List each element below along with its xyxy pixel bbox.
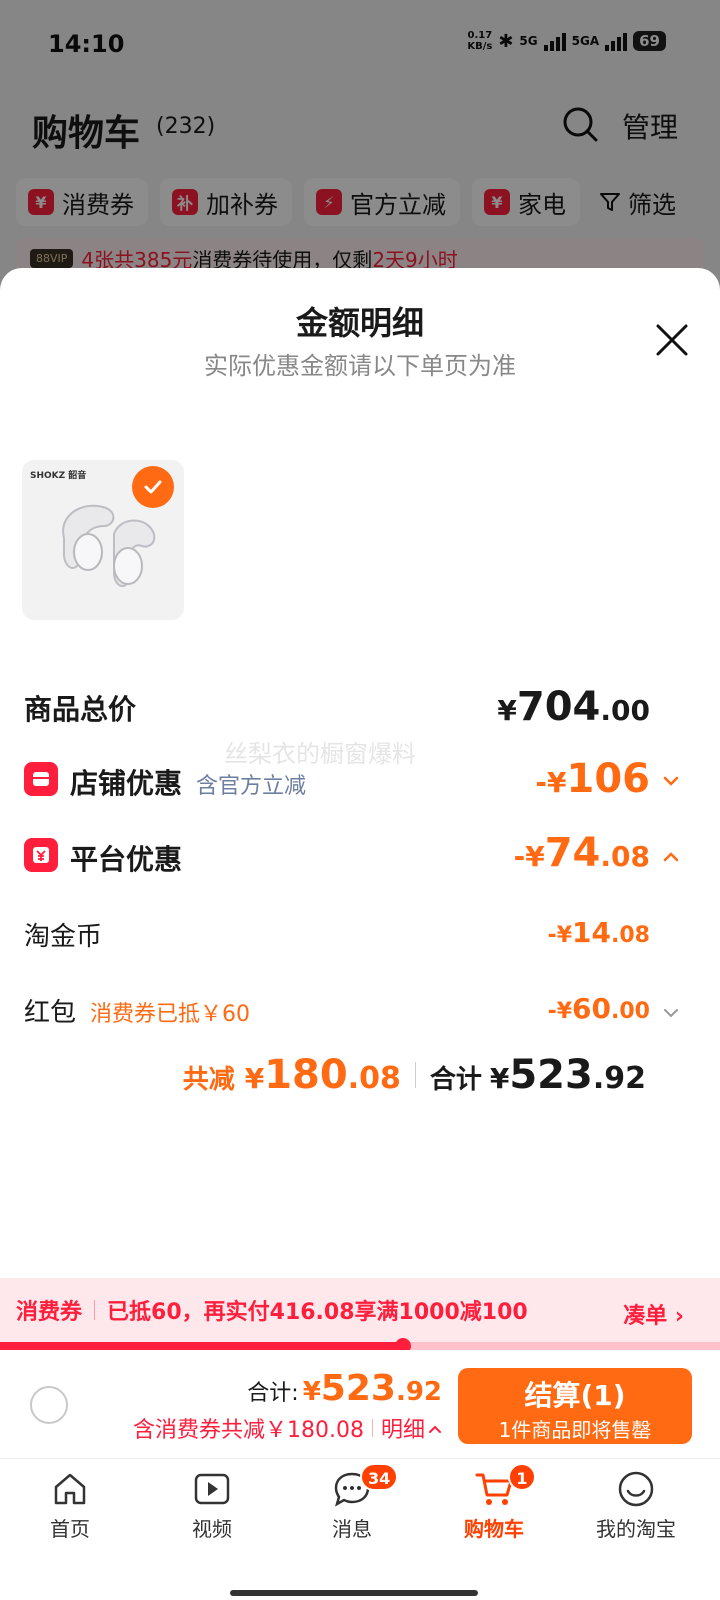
coupon-progress-bar: 消费券 已抵60，再实付416.08享满1000减100 凑单 › [0,1278,720,1342]
row-label: 商品总价 [24,693,137,726]
tab-home[interactable]: 首页 [0,1459,140,1555]
bottom-tab-bar: 首页 视频 34 消息 1 购物车 我的淘宝 [0,1458,720,1600]
tab-cart[interactable]: 1 购物车 [424,1459,564,1555]
profile-icon [618,1471,654,1507]
coupon-tag: 消费券 [16,1300,83,1325]
coupon-message: 已抵60，再实付416.08享满1000减100 [107,1300,528,1325]
row-label: 淘金币 [24,922,103,952]
row-sublabel: 含官方立减 [196,774,307,799]
amount-detail-sheet: 金额明细 实际优惠金额请以下单页为准 SHOKZ 韶音 丝梨衣的橱窗爆料 商品总… [0,268,720,1448]
progress-fill [0,1342,404,1350]
detail-toggle[interactable]: 明细 [381,1412,442,1444]
chevron-up-icon[interactable] [662,848,680,866]
checkout-discount-detail: 含消费券共减￥180.08 明细 [133,1412,442,1444]
chevron-up-icon [429,1425,441,1433]
checkout-total: 合计: ¥523.92 [247,1368,442,1409]
row-platform-discount[interactable]: 平台优惠 -¥74.08 [0,824,720,884]
sheet-summary: 共减 ¥180.08 合计 ¥523.92 [183,1052,646,1098]
checkout-bar: 合计: ¥523.92 含消费券共减￥180.08 明细 结算(1) 1件商品即将… [0,1350,720,1458]
message-badge: 34 [360,1463,399,1491]
row-shop-discount[interactable]: 店铺优惠 含官方立减 -¥106 [0,750,720,810]
coins-amount: -¥14.08 [547,916,650,949]
platform-discount-amount: -¥74.08 [513,830,650,876]
shop-icon [24,762,58,796]
sheet-title: 金额明细 [295,304,424,342]
add-items-link[interactable]: 凑单 › [623,1298,684,1330]
divider [371,1419,373,1437]
row-label: 店铺优惠 含官方立减 [70,767,307,800]
red-packet-amount: -¥60.00 [547,992,650,1025]
video-icon [194,1473,230,1505]
item-total-amount: ¥704.00 [497,684,650,730]
row-label: 红包 消费券已抵￥60 [24,998,251,1028]
divider [94,1300,96,1320]
divider [414,1062,416,1088]
home-indicator [230,1590,478,1596]
grand-total: 合计 ¥523.92 [429,1052,646,1098]
tab-my-taobao[interactable]: 我的淘宝 [566,1459,706,1555]
total-reduction: 共减 ¥180.08 [182,1052,401,1098]
home-icon [54,1473,86,1505]
row-label: 平台优惠 [70,843,183,876]
platform-coupon-icon [24,838,58,872]
selected-check-icon[interactable] [132,466,174,508]
product-brand-logo: SHOKZ 韶音 [30,471,87,481]
background-cart-page: 14:10 0.17 KB/s ✱ 5G 5GA 69 购物车 (232) 管理… [0,0,720,300]
row-sublabel: 消费券已抵￥60 [90,1002,251,1027]
modal-overlay[interactable] [0,0,720,300]
row-item-total: 商品总价 ¥704.00 [0,678,720,738]
close-icon[interactable] [652,320,692,360]
tab-video[interactable]: 视频 [142,1459,282,1555]
shop-discount-amount: -¥106 [535,756,650,802]
cart-badge: 1 [508,1463,536,1491]
sheet-subtitle: 实际优惠金额请以下单页为准 [204,352,516,380]
coupon-progress [0,1338,720,1354]
row-taobao-coins: 淘金币 -¥14.08 [0,906,720,966]
select-all-checkbox[interactable] [30,1386,68,1424]
chevron-down-icon[interactable] [662,772,680,790]
chevron-down-icon[interactable] [662,1004,680,1022]
row-red-packet[interactable]: 红包 消费券已抵￥60 -¥60.00 [0,982,720,1042]
tab-messages[interactable]: 34 消息 [282,1459,422,1555]
checkout-button[interactable]: 结算(1) 1件商品即将售罄 [458,1368,692,1444]
